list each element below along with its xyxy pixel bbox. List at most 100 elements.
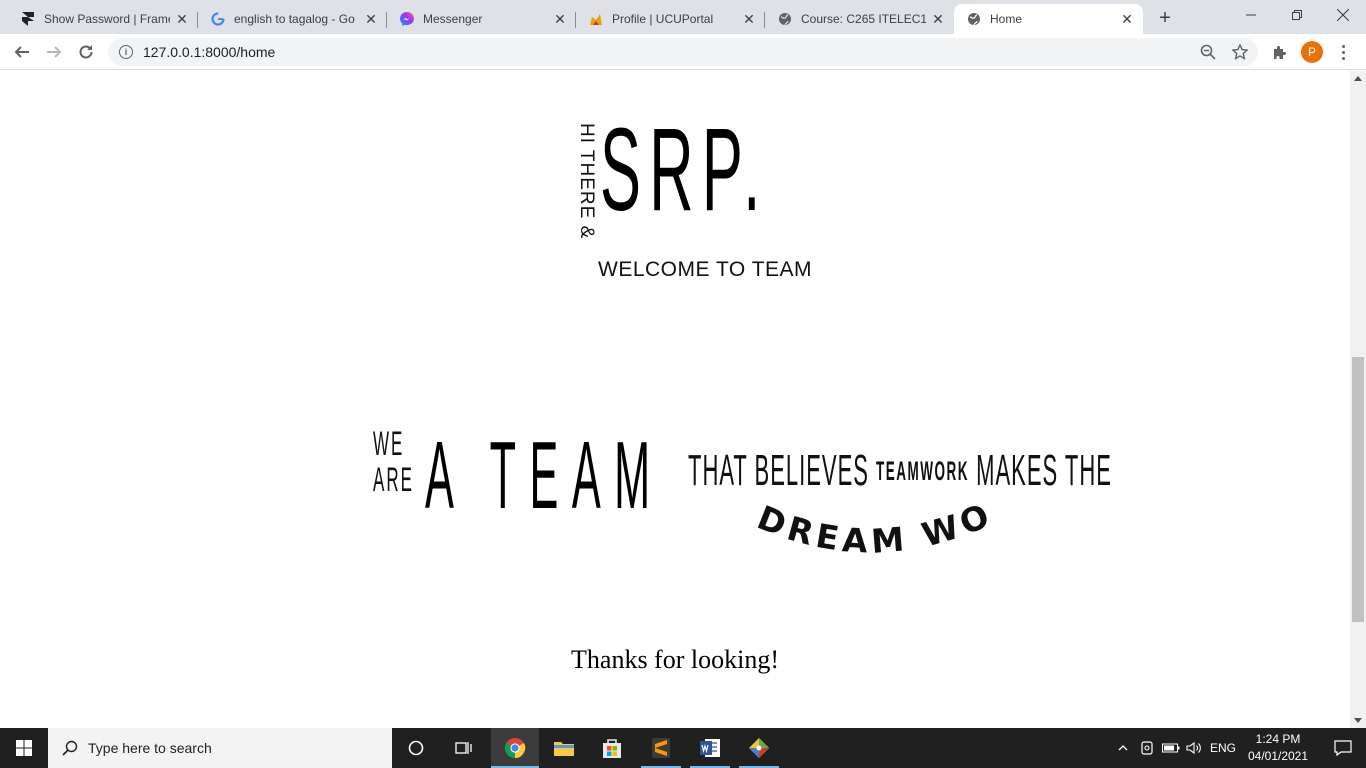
tab-title: Course: C265 ITELEC101 (801, 12, 926, 26)
tab-english-to-tagalog[interactable]: english to tagalog - Go ✕ (198, 4, 387, 34)
tab-ucuportal[interactable]: Profile | UCUPortal ✕ (576, 4, 765, 34)
forward-arrow-icon (47, 46, 62, 58)
word-button[interactable] (686, 728, 734, 768)
close-icon[interactable]: ✕ (1119, 11, 1135, 27)
framer-icon (20, 11, 36, 27)
meet-now-icon[interactable] (1137, 728, 1157, 768)
close-icon[interactable]: ✕ (552, 11, 568, 27)
sublime-text-button[interactable] (637, 728, 685, 768)
app-diamond-icon (749, 738, 769, 758)
restore-icon (1292, 10, 1302, 20)
tab-title: english to tagalog - Go (234, 12, 355, 26)
scroll-up-icon[interactable] (1354, 76, 1362, 81)
tab-title: Home (990, 12, 1023, 26)
dream-work-arc: DREAM WORK (750, 501, 999, 561)
close-window-button[interactable] (1320, 0, 1366, 30)
taskbar: Type here to search ENG 1:24 PM 04/01/20… (0, 728, 1366, 768)
thanks-text: Thanks for looking! (571, 645, 779, 674)
close-icon[interactable]: ✕ (930, 11, 946, 27)
tab-messenger[interactable]: Messenger ✕ (387, 4, 576, 34)
new-tab-button[interactable]: + (1153, 6, 1177, 30)
back-button[interactable] (8, 38, 36, 66)
tab-course[interactable]: Course: C265 ITELEC101 ✕ (765, 4, 954, 34)
chevron-up-icon (1118, 745, 1128, 751)
minimize-button[interactable] (1228, 0, 1274, 30)
believes-part-c: MAKES THE (976, 446, 1112, 495)
show-hidden-icons[interactable] (1112, 728, 1134, 768)
clock-time: 1:24 PM (1255, 732, 1301, 746)
team-a-team: A TEAM (425, 422, 664, 529)
store-icon (603, 739, 621, 758)
task-view-icon (455, 742, 472, 754)
forward-button[interactable] (40, 38, 68, 66)
tab-title: Show Password | Frame (44, 12, 170, 26)
believes-part-a: THAT BELIEVES (688, 446, 869, 495)
team-we: WE (373, 425, 405, 463)
close-window-icon (1337, 9, 1349, 21)
tab-show-password[interactable]: Show Password | Frame ✕ (8, 4, 198, 34)
clock-date: 04/01/2021 (1247, 749, 1309, 763)
tab-strip: Show Password | Frame ✕ english to tagal… (0, 0, 1366, 34)
folder-icon (554, 742, 574, 756)
profile-avatar[interactable]: P (1301, 41, 1323, 63)
volume-icon[interactable] (1184, 728, 1204, 768)
reload-button[interactable] (72, 38, 100, 66)
address-url[interactable]: 127.0.0.1:8000/home (143, 44, 275, 60)
notification-icon (1334, 740, 1352, 756)
word-icon (700, 739, 720, 757)
chrome-taskbar-button[interactable] (491, 728, 539, 768)
file-explorer-button[interactable] (540, 728, 588, 768)
tab-title: Profile | UCUPortal (612, 12, 714, 26)
notification-center-button[interactable] (1320, 728, 1366, 768)
store-button[interactable] (588, 728, 636, 768)
page-scrollbar[interactable] (1350, 71, 1366, 728)
tab-home[interactable]: Home ✕ (954, 4, 1143, 34)
browser-toolbar: i 127.0.0.1:8000/home (0, 34, 1366, 70)
globe-icon (777, 11, 793, 27)
close-icon[interactable]: ✕ (741, 11, 757, 27)
start-button[interactable] (0, 728, 48, 768)
address-bar[interactable]: i 127.0.0.1:8000/home (108, 38, 1258, 66)
language-indicator[interactable]: ENG (1206, 728, 1240, 768)
globe-icon (966, 11, 982, 27)
site-info-icon[interactable]: i (119, 45, 133, 59)
chrome-icon (504, 738, 526, 759)
scrollbar-thumb[interactable] (1352, 357, 1364, 622)
svg-text:DREAM WORK: DREAM WORK (750, 501, 999, 561)
team-we-are: WE ARE (373, 426, 414, 498)
hero-side-text: HI THERE & (576, 123, 597, 240)
cortana-button[interactable] (392, 728, 440, 768)
dream-work-text: DREAM WORK (750, 501, 994, 561)
browser-menu-icon[interactable] (1335, 40, 1351, 64)
ucuportal-icon (588, 11, 604, 27)
back-arrow-icon (14, 46, 29, 58)
taskbar-search[interactable]: Type here to search (48, 728, 392, 768)
extensions-puzzle-icon[interactable] (1268, 38, 1292, 66)
bookmark-star-icon[interactable] (1228, 38, 1252, 66)
search-placeholder[interactable]: Type here to search (88, 740, 212, 756)
messenger-icon (399, 11, 415, 27)
team-are: ARE (373, 461, 414, 499)
team-believes-line: THAT BELIEVES TEAMWORK MAKES THE (688, 449, 1112, 493)
sublime-icon (652, 738, 670, 758)
task-view-button[interactable] (440, 728, 488, 768)
taskbar-clock[interactable]: 1:24 PM 04/01/2021 (1240, 731, 1316, 765)
scroll-down-icon[interactable] (1354, 718, 1362, 723)
reload-icon (79, 45, 93, 59)
zoom-icon[interactable] (1196, 38, 1220, 66)
hero-welcome: WELCOME TO TEAM (598, 258, 813, 281)
page-content: HI THERE & SRP. WELCOME TO TEAM WE ARE A… (0, 71, 1350, 728)
minimize-icon (1246, 14, 1256, 16)
restore-button[interactable] (1274, 0, 1320, 30)
windows-icon (16, 740, 32, 756)
hero-brand: SRP. (600, 104, 769, 236)
cortana-icon (408, 740, 424, 756)
git-kraken-button[interactable] (735, 728, 783, 768)
google-icon (210, 11, 226, 27)
believes-teamwork: TEAMWORK (876, 456, 970, 486)
search-icon (62, 740, 78, 756)
close-icon[interactable]: ✕ (363, 11, 379, 27)
tab-title: Messenger (423, 12, 483, 26)
battery-icon[interactable] (1160, 728, 1182, 768)
close-icon[interactable]: ✕ (174, 11, 190, 27)
